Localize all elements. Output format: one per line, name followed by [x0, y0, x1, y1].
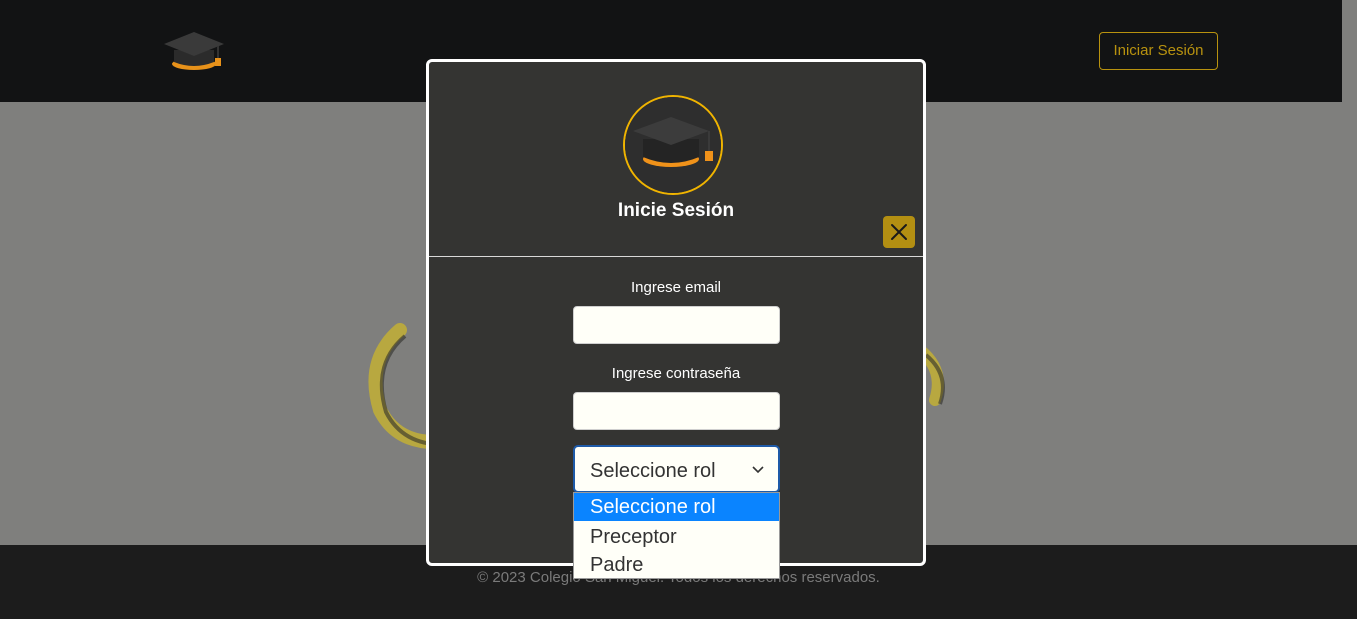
role-option[interactable]: Preceptor — [574, 523, 779, 551]
password-label: Ingrese contraseña — [611, 365, 741, 382]
chevron-down-icon — [752, 466, 764, 474]
email-label: Ingrese email — [630, 279, 722, 296]
close-icon — [891, 224, 907, 240]
login-modal: Inicie Sesión Ingrese email Ingrese cont… — [426, 59, 926, 566]
scrollbar-track — [1342, 0, 1357, 619]
email-field[interactable] — [573, 306, 780, 344]
modal-header: Inicie Sesión — [429, 62, 923, 257]
close-button[interactable] — [883, 216, 915, 248]
login-button[interactable]: Iniciar Sesión — [1099, 32, 1218, 70]
role-dropdown-list: Seleccione rol Preceptor Padre — [573, 492, 780, 579]
graduation-cap-icon — [625, 97, 721, 193]
modal-title: Inicie Sesión — [617, 200, 735, 221]
avatar — [623, 95, 723, 195]
graduation-cap-icon[interactable] — [160, 28, 228, 74]
role-option[interactable]: Padre — [574, 551, 779, 579]
role-select[interactable]: Seleccione rol — [573, 445, 780, 493]
role-select-value: Seleccione rol — [590, 460, 716, 482]
role-option[interactable]: Seleccione rol — [574, 493, 779, 521]
password-field[interactable] — [573, 392, 780, 430]
